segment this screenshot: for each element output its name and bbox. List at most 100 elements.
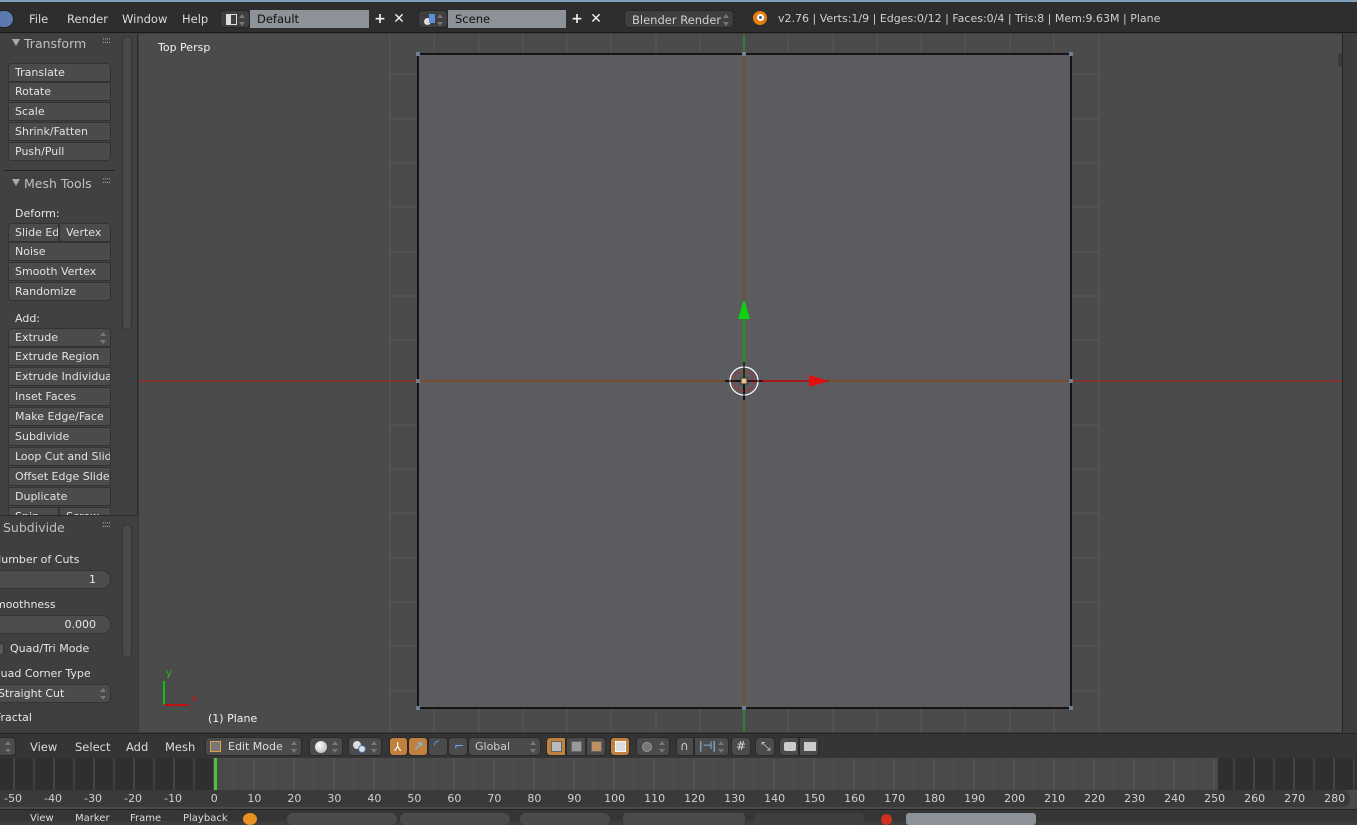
auto-keying-record-button[interactable] — [881, 814, 892, 825]
menu-mesh[interactable]: Mesh — [165, 740, 195, 754]
timeline-editor[interactable]: -50 -40 -30 -20 -10 0 10 20 30 40 50 60 70 80 90 100 110… — [0, 758, 1357, 809]
slide-vertex-button[interactable]: Vertex — [59, 223, 111, 242]
subdivide-button[interactable]: Subdivide — [8, 427, 111, 446]
editor-type-button[interactable] — [0, 10, 14, 28]
proportional-editing-dropdown[interactable] — [636, 737, 670, 756]
panel-header-mesh-tools[interactable]: Mesh Tools :::: — [0, 174, 122, 196]
duplicate-button[interactable]: Duplicate — [8, 487, 111, 506]
frame-tick-label: 0 — [210, 792, 218, 805]
menu-add[interactable]: Add — [126, 740, 148, 754]
extrude-region-button[interactable]: Extrude Region — [8, 347, 111, 366]
frame-tick-label: 270 — [1284, 792, 1306, 805]
menu-help[interactable]: Help — [182, 12, 208, 26]
limit-selection-visible-button[interactable] — [610, 737, 630, 756]
snap-target-button[interactable]: # — [731, 737, 751, 756]
face-select-mode-button[interactable] — [586, 737, 606, 756]
fractal-label: Fractal — [0, 711, 32, 724]
inset-faces-button[interactable]: Inset Faces — [8, 387, 111, 406]
add-scene-button[interactable]: + — [567, 10, 587, 28]
loop-cut-slide-button[interactable]: Loop Cut and Slide — [8, 447, 111, 466]
pivot-point-dropdown[interactable] — [348, 737, 382, 756]
3d-viewport[interactable]: Top Persp (1) Plane y x + — [139, 34, 1342, 732]
scene-field[interactable]: Scene — [448, 10, 566, 28]
keying-set-field[interactable] — [906, 813, 1036, 825]
tool-shelf-scrollbar[interactable] — [122, 36, 132, 330]
snap-toggle[interactable]: ∩ — [676, 737, 694, 756]
current-frame-field[interactable] — [520, 813, 610, 825]
playback-controls[interactable] — [623, 813, 745, 825]
panel-header-transform[interactable]: Transform :::: — [0, 34, 122, 56]
frame-ruler[interactable]: -50 -40 -30 -20 -10 0 10 20 30 40 50 60 70 80 90 100 110… — [0, 790, 1350, 807]
quad-tri-mode-checkbox[interactable] — [0, 643, 4, 655]
transform-orientation-dropdown[interactable]: Global — [468, 737, 541, 756]
edge-select-mode-button[interactable] — [566, 737, 586, 756]
timeline-gridlines — [13, 758, 1355, 790]
make-edge-face-button[interactable]: Make Edge/Face — [8, 407, 111, 426]
smoothness-value: 0.000 — [64, 618, 97, 631]
vertex-select-mode-button[interactable] — [546, 737, 566, 756]
extrude-individual-button[interactable]: Extrude Individual — [8, 367, 111, 386]
number-of-cuts-field[interactable]: 1 — [0, 570, 111, 589]
panel-header-subdivide[interactable]: Subdivide :::: — [0, 518, 122, 540]
menu-select[interactable]: Select — [75, 740, 110, 754]
translate-manipulator-button[interactable]: ↗ — [408, 737, 428, 756]
add-screen-button[interactable]: + — [370, 10, 390, 28]
drag-grip-icon[interactable]: :::: — [102, 520, 111, 530]
axis-y-label: y — [166, 668, 172, 679]
rotate-button[interactable]: Rotate — [8, 82, 111, 101]
frame-cursor[interactable] — [214, 758, 217, 790]
frame-tick-label: -50 — [4, 792, 23, 805]
scale-button[interactable]: Scale — [8, 102, 111, 121]
screen-layout-browse[interactable] — [220, 10, 250, 28]
end-frame-field[interactable] — [400, 813, 510, 825]
smooth-vertex-button[interactable]: Smooth Vertex — [8, 262, 111, 281]
smoothness-field[interactable]: 0.000 — [0, 615, 111, 634]
translate-button[interactable]: Translate — [8, 63, 111, 82]
manipulator-toggle[interactable]: ⅄ — [389, 737, 408, 756]
menu-window[interactable]: Window — [122, 12, 167, 26]
opengl-render-image-button[interactable] — [779, 737, 799, 756]
timeline-menu-view[interactable]: View — [30, 813, 54, 824]
drag-grip-icon[interactable]: :::: — [102, 36, 111, 46]
operator-scrollbar[interactable] — [122, 524, 132, 658]
frame-tick-label: 200 — [1004, 792, 1026, 805]
render-engine-dropdown[interactable]: Blender Render — [624, 10, 734, 28]
viewport-canvas[interactable] — [139, 34, 1342, 732]
frame-tick-label: 210 — [1044, 792, 1066, 805]
timeline-menu-marker[interactable]: Marker — [75, 813, 110, 824]
frame-tick-label: 90 — [567, 792, 582, 805]
offset-edge-slide-button[interactable]: Offset Edge Slide — [8, 467, 111, 486]
remove-scene-button[interactable]: ✕ — [586, 10, 606, 28]
randomize-button[interactable]: Randomize — [8, 282, 111, 301]
snap-element-dropdown[interactable]: |⊣| — [694, 737, 729, 756]
menu-view[interactable]: View — [30, 740, 57, 754]
slide-edge-button[interactable]: Slide Ed — [8, 223, 59, 242]
start-frame-field[interactable] — [287, 813, 397, 825]
drag-grip-icon[interactable]: :::: — [102, 176, 111, 186]
auto-merge-button[interactable]: ⤡ — [755, 737, 775, 756]
mode-dropdown[interactable]: Edit Mode — [205, 737, 302, 756]
editor-type-button[interactable] — [0, 737, 16, 756]
viewport-shading-dropdown[interactable] — [309, 737, 343, 756]
menu-render[interactable]: Render — [67, 12, 108, 26]
magnet-icon: ∩ — [680, 739, 689, 753]
frame-tick-label: 40 — [367, 792, 382, 805]
rotate-manipulator-button[interactable]: ◜ — [428, 737, 448, 756]
shrink-fatten-button[interactable]: Shrink/Fatten — [8, 122, 111, 141]
timeline-menu-frame[interactable]: Frame — [130, 813, 161, 824]
sync-mode-dropdown[interactable] — [754, 813, 864, 825]
frame-tick-label: 100 — [604, 792, 626, 805]
noise-button[interactable]: Noise — [8, 242, 111, 261]
screen-layout-field[interactable]: Default — [250, 10, 369, 28]
preview-range-toggle[interactable] — [243, 813, 257, 825]
quad-corner-type-dropdown[interactable]: Straight Cut — [0, 684, 111, 703]
menu-file[interactable]: File — [29, 12, 48, 26]
properties-region-edge[interactable] — [1342, 34, 1357, 732]
timeline-menu-playback[interactable]: Playback — [183, 813, 228, 824]
opengl-render-animation-button[interactable] — [799, 737, 819, 756]
scene-browse[interactable] — [418, 10, 448, 28]
scale-manipulator-button[interactable]: ⌐ — [448, 737, 468, 756]
extrude-dropdown[interactable]: Extrude — [8, 328, 111, 347]
push-pull-button[interactable]: Push/Pull — [8, 142, 111, 161]
remove-screen-button[interactable]: ✕ — [389, 10, 409, 28]
